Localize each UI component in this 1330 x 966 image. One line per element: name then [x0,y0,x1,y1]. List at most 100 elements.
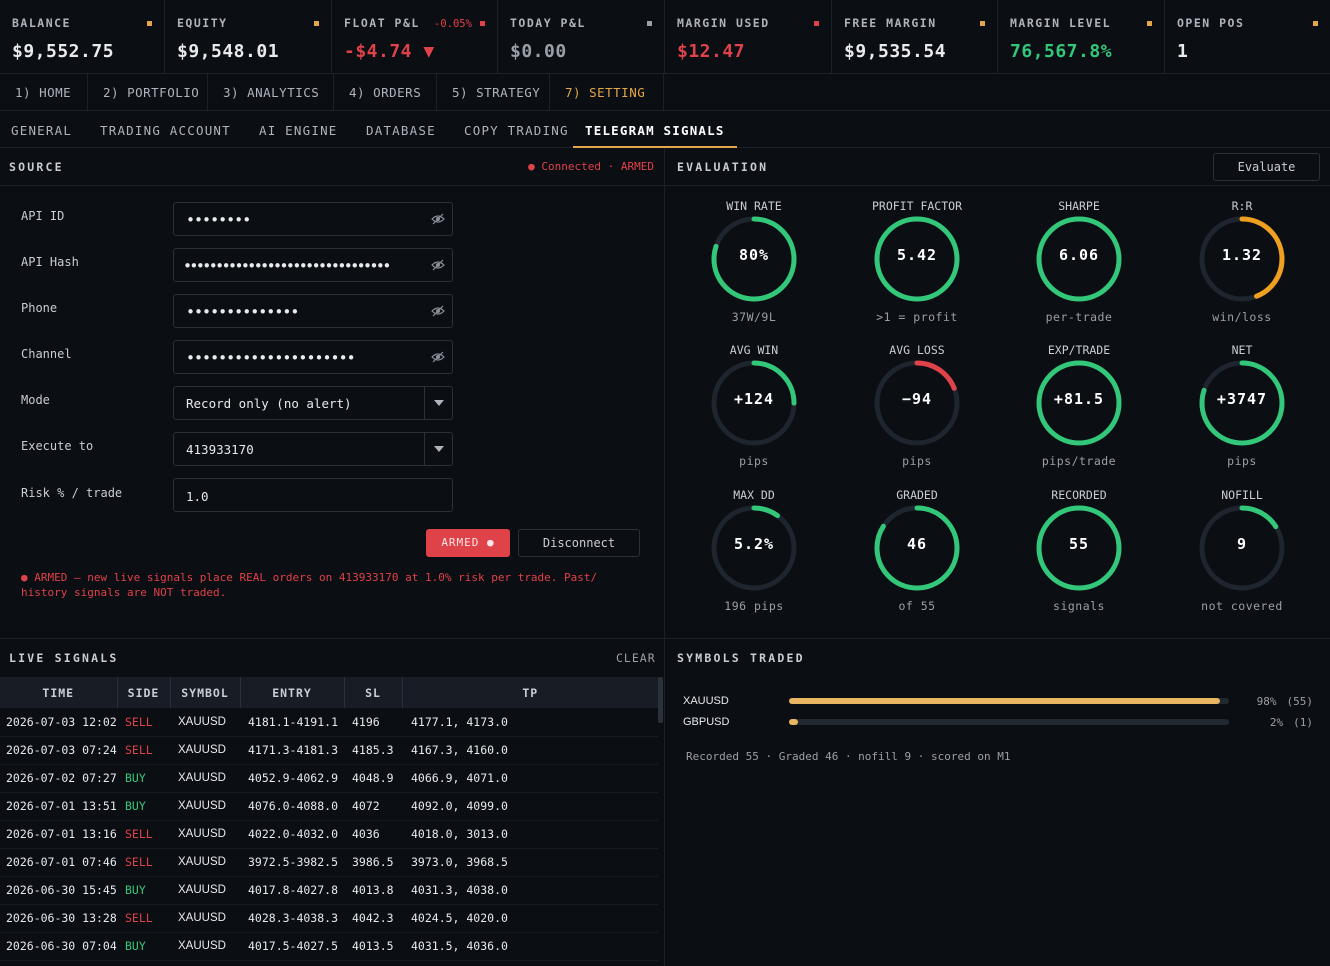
table-cell: 4181.1-4191.1 [240,708,344,737]
api-id-field[interactable]: •••••••• [173,202,453,236]
table-row[interactable]: 2026-07-03 07:24 SELL XAUUSD 4171.3-4181.3 4… [0,736,658,765]
stat-value: 1 [1177,41,1189,62]
gauge-label: R:R [1231,199,1253,213]
nav-portfolio[interactable]: 2) PORTFOLIO [88,74,208,111]
main-nav: 1) HOME 2) PORTFOLIO 3) ANALYTICS 4) ORD… [0,74,1330,111]
tab-ai-engine[interactable]: AI ENGINE [259,111,338,148]
signals-panel-header: LIVE SIGNALS [0,639,664,677]
table-row[interactable]: 2026-06-30 07:04 BUY XAUUSD 4017.5-4027.5 40… [0,932,658,961]
gauge-nofill: NOFILL 9 not covered [1182,488,1302,613]
column-header-tp[interactable]: TP [402,677,658,708]
tab-copy-trading[interactable]: COPY TRADING [464,111,569,148]
gauge-label: NOFILL [1221,488,1263,502]
evaluate-button[interactable]: Evaluate [1213,153,1320,181]
armed-button[interactable]: ARMED ● [426,529,510,557]
eye-off-icon[interactable] [431,351,445,363]
table-row[interactable]: 2026-06-30 15:45 BUY XAUUSD 4017.8-4027.8 40… [0,876,658,905]
chevron-down-icon[interactable] [424,387,452,419]
table-row[interactable]: 2026-07-03 12:02 SELL XAUUSD 4181.1-4191.1 4… [0,708,658,737]
symbol-bar [789,719,1229,725]
gauge-subtitle: pips/trade [1041,454,1117,468]
evaluation-title: EVALUATION [677,160,769,174]
risk-input[interactable]: 1.0 [173,478,453,512]
table-row[interactable]: 2026-07-01 13:51 BUY XAUUSD 4076.0-4088.0 40… [0,792,658,821]
gauge-avg-win: AVG WIN +124 pips [694,343,814,468]
table-cell: 2026-07-01 07:46 [0,848,117,877]
column-header-time[interactable]: TIME [0,677,118,708]
tab-trading-account[interactable]: TRADING ACCOUNT [100,111,231,148]
gauge-value: 55 [1068,535,1090,553]
nav-setting[interactable]: 7) SETTING [550,74,664,111]
eye-off-icon[interactable] [431,305,445,317]
status-marker-icon [1147,21,1152,26]
armed-warning: ● ARMED — new live signals place REAL or… [21,571,598,599]
table-cell: 3972.5-3982.5 [240,848,344,877]
gauge-label: NET [1231,343,1253,357]
nav-orders[interactable]: 4) ORDERS [334,74,437,111]
execute-to-select[interactable]: 413933170 [173,432,453,466]
table-cell: SELL [117,708,170,737]
gauge-subtitle: pips [739,454,769,468]
disconnect-button[interactable]: Disconnect [518,529,640,557]
mode-select[interactable]: Record only (no alert) [173,386,453,420]
gauge-label: MAX DD [733,488,775,502]
source-title: SOURCE [9,160,64,174]
table-row[interactable]: 2026-07-01 07:46 SELL XAUUSD 3972.5-3982.5 3… [0,848,658,877]
table-cell: 4171.3-4181.3 [240,736,344,765]
gauge-subtitle: win/loss [1212,310,1272,324]
table-cell: 4185.3 [344,736,402,765]
table-cell: 4031.3, 4038.0 [402,876,658,905]
column-header-symbol[interactable]: SYMBOL [170,677,241,708]
risk-label: Risk % / trade [21,486,123,500]
api-hash-field[interactable]: •••••••••••••••••••••••••••••••• [173,248,453,282]
column-header-side[interactable]: SIDE [117,677,171,708]
gauge-subtitle: pips [1227,454,1257,468]
eye-off-icon[interactable] [431,213,445,225]
tab-telegram-signals[interactable]: TELEGRAM SIGNALS [573,111,737,148]
table-cell: 2026-07-03 07:24 [0,736,117,765]
symbol-share: 98% (55) [1240,695,1313,708]
symbol-percent: 2% [1269,716,1284,729]
table-row[interactable]: 2026-06-30 13:28 SELL XAUUSD 4028.3-4038.3 4… [0,904,658,933]
gauge-label: AVG LOSS [889,343,945,357]
eye-off-icon[interactable] [431,259,445,271]
status-marker-icon [480,21,485,26]
channel-field[interactable]: ••••••••••••••••••••• [173,340,453,374]
stat-value: $9,552.75 [12,41,115,62]
gauge-subtitle: >1 = profit [876,310,958,324]
table-row[interactable]: 2026-07-01 13:16 SELL XAUUSD 4022.0-4032.0 4… [0,820,658,849]
symbol-percent: 98% [1256,695,1277,708]
stat-label: MARGIN LEVEL [1010,16,1112,30]
symbol-label: GBPUSD [683,716,730,728]
table-cell: 2026-07-01 13:51 [0,792,117,821]
scrollbar-thumb[interactable] [658,677,663,723]
stat-free-margin: FREE MARGIN $9,535.54 [832,0,998,74]
nav-strategy[interactable]: 5) STRATEGY [437,74,550,111]
phone-label: Phone [21,301,58,315]
table-cell: 4036 [344,820,402,849]
column-header-entry[interactable]: ENTRY [240,677,345,708]
stat-today-p-l: TODAY P&L $0.00 [498,0,665,74]
chevron-down-icon[interactable] [424,433,452,465]
table-cell: 4177.1, 4173.0 [402,708,658,737]
symbols-note: Recorded 55 · Graded 46 · nofill 9 · sco… [686,750,1011,763]
table-cell: XAUUSD [170,904,240,933]
stat-float-p-l: FLOAT P&L -0.05% -$4.74 ▼ [332,0,498,74]
column-header-sl[interactable]: SL [344,677,403,708]
gauge-label: GRADED [896,488,938,502]
vertical-divider [664,148,665,966]
nav-home[interactable]: 1) HOME [0,74,88,111]
nav-analytics[interactable]: 3) ANALYTICS [208,74,334,111]
stat-value: -$4.74 ▼ [344,41,435,62]
tab-general[interactable]: GENERAL [11,111,72,148]
gauge-subtitle: not covered [1201,599,1283,613]
table-row[interactable]: 2026-07-02 07:27 BUY XAUUSD 4052.9-4062.9 40… [0,764,658,793]
execute-to-label: Execute to [21,439,94,453]
symbol-bar-fill [789,698,1221,704]
tab-database[interactable]: DATABASE [366,111,436,148]
stat-balance: BALANCE $9,552.75 [0,0,165,74]
table-cell: 4013.5 [344,932,402,961]
table-cell: 4018.0, 3013.0 [402,820,658,849]
clear-button[interactable]: CLEAR [616,651,656,665]
phone-field[interactable]: •••••••••••••• [173,294,453,328]
